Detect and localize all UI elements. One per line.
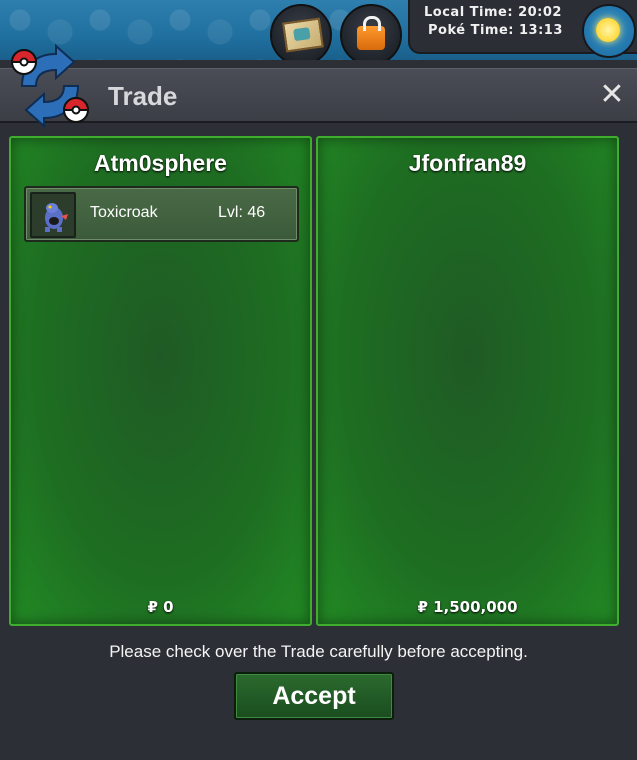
poke-time-value: 13:13: [519, 23, 563, 38]
bag-icon: [357, 16, 385, 50]
window-title: Trade: [108, 81, 178, 111]
trade-logo-icon: [10, 43, 90, 129]
item-level: Lvl: 46: [218, 204, 266, 221]
item-name: Toxicroak: [90, 204, 158, 221]
right-trade-panel: Jfonfran89 ₽ 1,500,000: [316, 136, 619, 626]
local-time-value: 20:02: [518, 5, 562, 20]
pokeball-icon: [62, 97, 90, 123]
map-icon: [282, 17, 324, 53]
close-button[interactable]: ✕: [596, 77, 628, 113]
local-time-label: Local Time:: [424, 5, 514, 20]
poke-time-label: Poké Time:: [428, 23, 514, 38]
left-trade-panel: Atm0sphere Toxicroak Lvl: 46 ₽ 0: [9, 136, 312, 626]
sun-icon: [596, 18, 620, 42]
right-money: ₽ 1,500,000: [417, 598, 518, 616]
left-player-name: Atm0sphere: [94, 150, 227, 176]
map-button[interactable]: [270, 4, 332, 62]
bag-button[interactable]: [340, 4, 402, 62]
local-time-row: Local Time: 20:02: [424, 5, 562, 20]
daytime-indicator[interactable]: [582, 4, 636, 58]
accept-button[interactable]: Accept: [234, 672, 394, 720]
toxicroak-icon: [30, 192, 76, 238]
trade-item-row[interactable]: Toxicroak Lvl: 46: [24, 186, 299, 242]
pokeball-icon: [10, 49, 38, 75]
poke-time-row: Poké Time: 13:13: [428, 23, 563, 38]
trade-notice: Please check over the Trade carefully be…: [109, 642, 528, 661]
right-player-name: Jfonfran89: [408, 150, 527, 176]
trade-window: Trade ✕ Atm0sphere Toxicroak Lvl: 46 ₽ 0…: [0, 43, 637, 760]
left-money: ₽ 0: [147, 598, 174, 616]
